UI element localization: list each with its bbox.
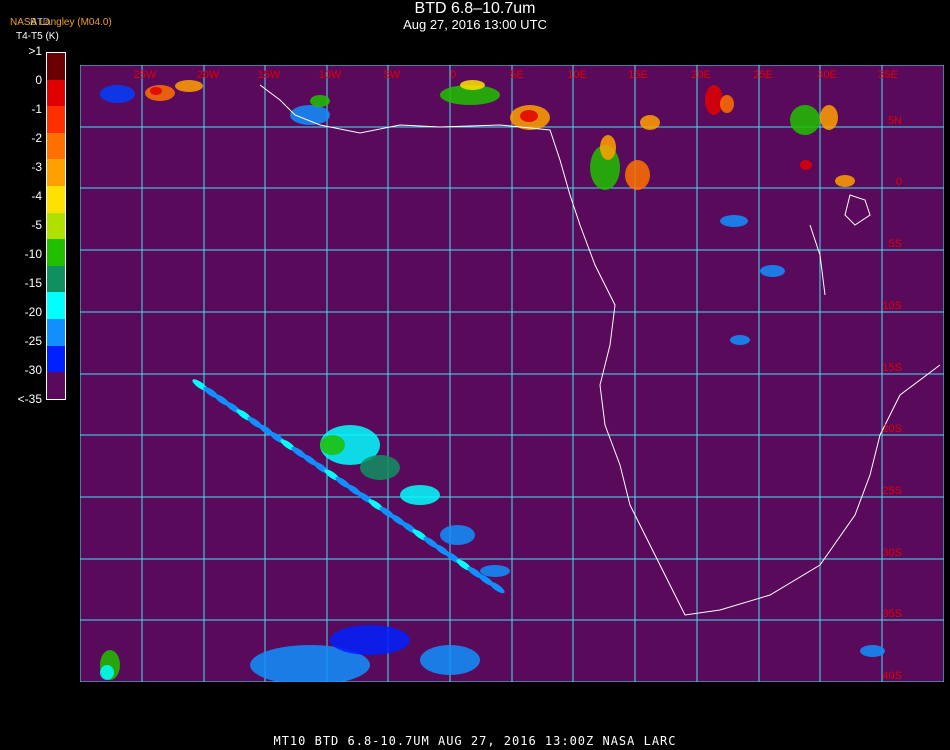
latitude-label: 35S [882, 608, 902, 620]
longitude-label: 10W [319, 69, 342, 81]
legend-swatch [47, 372, 65, 399]
longitude-label: 0 [450, 69, 456, 81]
cloud-patch [150, 87, 162, 95]
cloud-patch [400, 485, 440, 505]
cloud-patch [360, 455, 400, 480]
legend-tick-label: -1 [31, 102, 42, 116]
legend-tick-label: -2 [31, 131, 42, 145]
longitude-label: 25E [753, 69, 773, 81]
legend-swatch [47, 106, 65, 133]
legend-tick-label: -5 [31, 218, 42, 232]
legend-swatch [47, 79, 65, 107]
map-canvas: 25W 20W 15W 10W 5W 0 5E 10E 15E 20E 25E 30E 35E 5N 0 5S… [80, 65, 944, 682]
latitude-label: 25S [882, 485, 902, 497]
legend-tick-label: -20 [24, 305, 42, 319]
cloud-patch [175, 80, 203, 92]
satellite-map[interactable]: 25W 20W 15W 10W 5W 0 5E 10E 15E 20E 25E 30E 35E 5N 0 5S… [80, 65, 944, 682]
legend-swatch [47, 132, 65, 160]
map-subtitle: Aug 27, 2016 13:00 UTC [403, 17, 547, 32]
legend-swatch [47, 212, 65, 240]
cloud-patch [640, 115, 660, 130]
legend-swatch [47, 53, 65, 80]
latitude-label: 30S [882, 547, 902, 559]
longitude-label: 30E [817, 69, 837, 81]
map-title: BTD 6.8–10.7um [414, 0, 536, 17]
lake-outline [844, 194, 871, 226]
cloud-patch [100, 665, 114, 680]
cloud-patch [460, 80, 485, 90]
cloud-patch [100, 85, 135, 103]
latitude-label: 10S [882, 300, 902, 312]
legend-tick-label: <-35 [17, 392, 42, 406]
legend-tick-label: -25 [24, 334, 42, 348]
cloud-patch [835, 175, 855, 187]
cloud-patch [520, 110, 538, 122]
legend-tick-label: -30 [24, 363, 42, 377]
latitude-label: 0 [896, 176, 902, 188]
longitude-label: 35E [878, 69, 898, 81]
cloud-patch [760, 265, 785, 277]
cloud-patch [730, 335, 750, 345]
latitude-label: 5S [889, 238, 902, 250]
legend-swatch [47, 319, 65, 346]
legend-swatch [47, 159, 65, 187]
cloud-patch [320, 435, 345, 455]
latitude-label: 15S [882, 362, 902, 374]
legend-tick-label: -10 [24, 247, 42, 261]
legend-swatch [47, 265, 65, 293]
legend-swatch [47, 186, 65, 213]
longitude-label: 20E [691, 69, 711, 81]
legend-swatch [47, 292, 65, 320]
cloud-patch [310, 95, 330, 107]
cloud-patch [480, 565, 510, 577]
legend-tick-label: -3 [31, 160, 42, 174]
legend-swatch [47, 345, 65, 373]
cloud-patch [800, 160, 812, 170]
legend-tick-label: -4 [31, 189, 42, 203]
latitude-label: 5N [888, 115, 902, 127]
longitude-label: 5E [510, 69, 523, 81]
longitude-label: 25W [134, 69, 157, 81]
lake-outline [809, 224, 826, 296]
longitude-label: 20W [197, 69, 220, 81]
latitude-label: 40S [882, 670, 902, 682]
units-label: T4-T5 (K) [16, 31, 59, 42]
longitude-label: 15E [628, 69, 648, 81]
cloud-patch [720, 95, 734, 113]
footer-caption: MT10 BTD 6.8-10.7UM AUG 27, 2016 13:00Z … [273, 734, 677, 748]
cloud-streak [489, 581, 505, 594]
latitude-label: 20S [882, 423, 902, 435]
cloud-patch [330, 625, 410, 655]
cloud-patch [860, 645, 885, 657]
cloud-patch [720, 215, 748, 227]
longitude-label: 10E [567, 69, 587, 81]
cloud-patch [420, 645, 480, 675]
legend-tick-label: 0 [35, 73, 42, 87]
color-legend [46, 52, 66, 400]
source-label: NASA Langley (M04.0) [10, 17, 112, 28]
product-label: BTD [30, 17, 50, 28]
legend-swatch [47, 239, 65, 266]
cloud-patch [820, 105, 838, 130]
cloud-patch [600, 135, 616, 160]
cloud-patch [790, 105, 820, 135]
legend-tick-label: -15 [24, 276, 42, 290]
cloud-patch [440, 525, 475, 545]
longitude-label: 15W [258, 69, 281, 81]
cloud-patch [705, 85, 723, 115]
longitude-label: 5W [384, 69, 401, 81]
cloud-patch [625, 160, 650, 190]
legend-tick-label: >1 [28, 44, 42, 58]
